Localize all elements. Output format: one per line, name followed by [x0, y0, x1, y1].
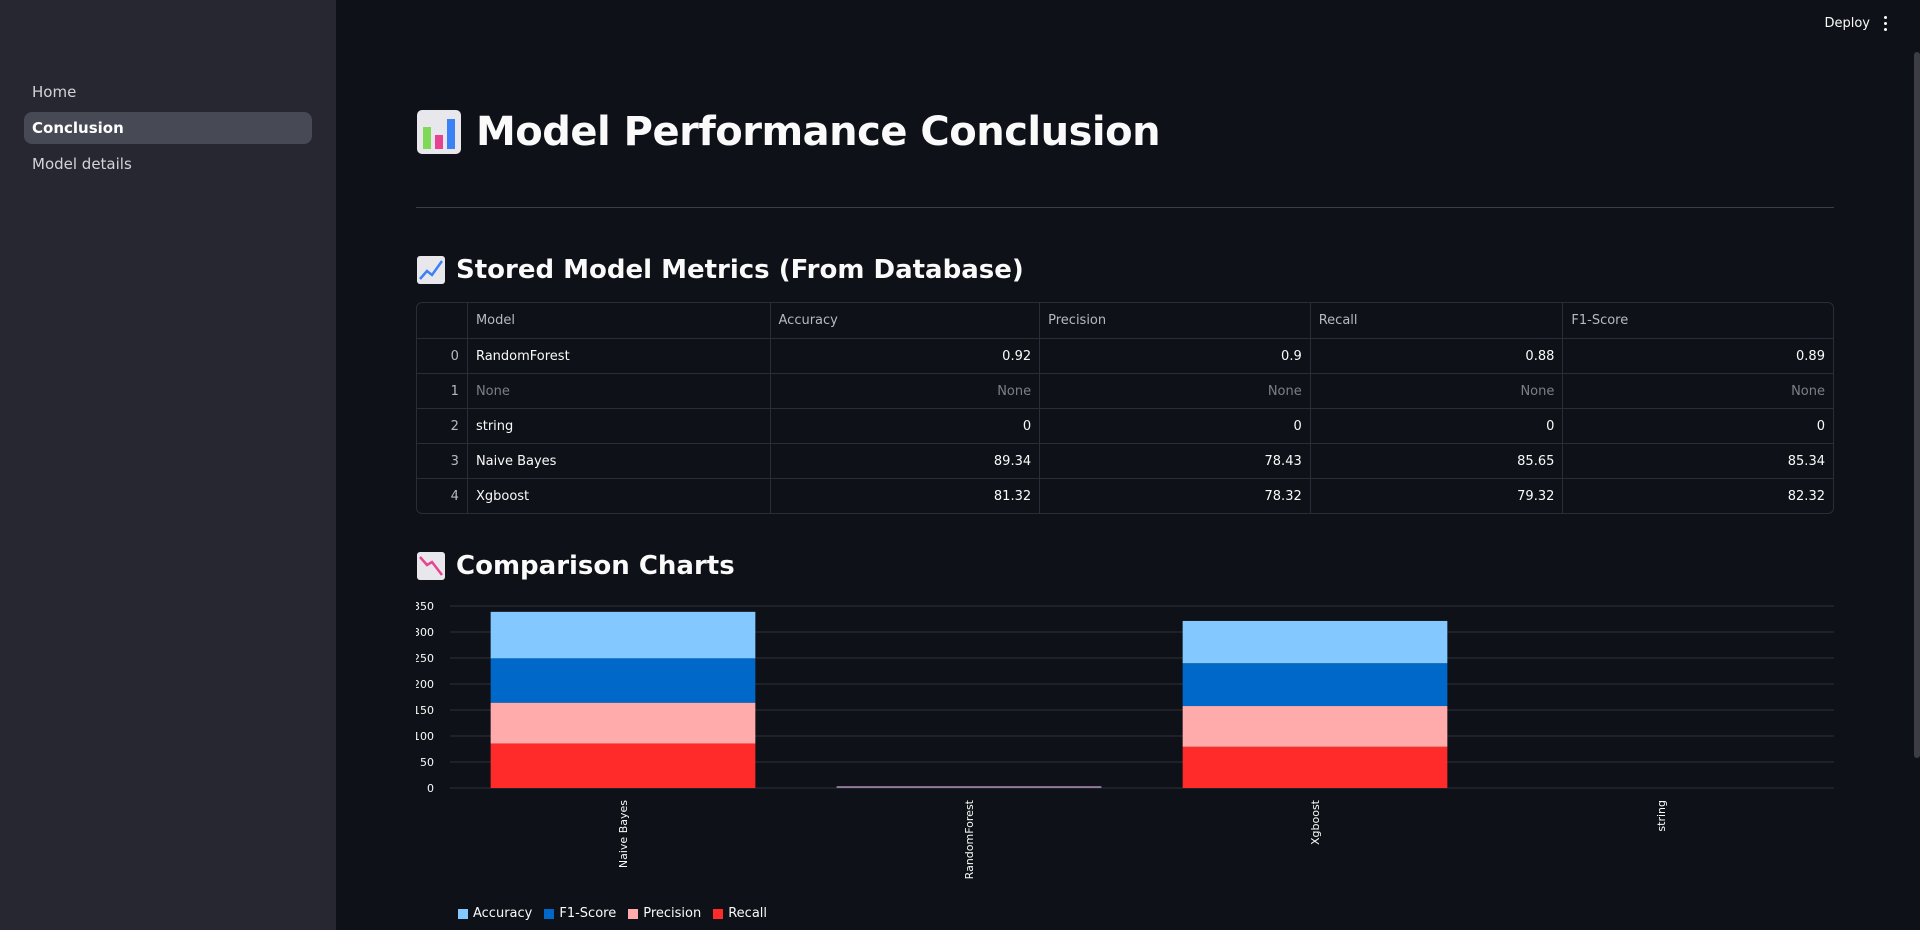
- table-header-cell[interactable]: [417, 303, 467, 338]
- bar-segment-recall[interactable]: [490, 743, 756, 788]
- chart-decreasing-icon: [417, 552, 445, 580]
- table-cell: 81.32: [769, 479, 1040, 513]
- bar-segment-f1-score[interactable]: [490, 658, 756, 703]
- legend-swatch: [458, 908, 468, 919]
- sidebar-nav: Home Conclusion Model details: [24, 76, 312, 184]
- table-row: 0 RandomForest 0.92 0.9 0.88 0.89: [417, 338, 1833, 373]
- sidebar-item-home[interactable]: Home: [24, 76, 312, 108]
- table-cell: 0.92: [769, 339, 1040, 373]
- section-metrics-title: Stored Model Metrics (From Database): [456, 255, 1024, 285]
- scrollbar[interactable]: [1914, 52, 1920, 758]
- table-cell: 85.65: [1309, 444, 1563, 478]
- table-row: 1 None None None None None: [417, 373, 1833, 408]
- y-tick-label: 250: [416, 652, 434, 665]
- table-cell: Xgboost: [466, 479, 770, 513]
- table-header-cell[interactable]: Model: [466, 303, 770, 338]
- table-cell: None: [1039, 374, 1310, 408]
- more-vertical-icon[interactable]: [1882, 16, 1888, 36]
- app-header: Deploy: [336, 0, 1920, 52]
- sidebar-item-conclusion[interactable]: Conclusion: [24, 112, 312, 144]
- bar-segment-precision[interactable]: [490, 702, 756, 744]
- bar-segment-recall[interactable]: [1182, 746, 1448, 788]
- table-cell: None: [769, 374, 1040, 408]
- table-cell: 3: [450, 454, 459, 469]
- table-row: 3 Naive Bayes 89.34 78.43 85.65 85.34: [417, 443, 1833, 478]
- section-charts-title: Comparison Charts: [456, 551, 735, 581]
- chart-legend: Accuracy F1-Score Precision Recall: [458, 906, 779, 921]
- bar-segment-accuracy[interactable]: [490, 611, 756, 659]
- y-tick-label: 350: [416, 600, 434, 613]
- table-cell: RandomForest: [466, 339, 770, 373]
- table-header-cell[interactable]: Accuracy: [769, 303, 1040, 338]
- page-title-row: Model Performance Conclusion: [416, 104, 1161, 160]
- table-cell: 89.34: [769, 444, 1040, 478]
- section-metrics-heading: Stored Model Metrics (From Database): [416, 250, 1024, 290]
- legend-item[interactable]: F1-Score: [544, 906, 616, 921]
- sidebar: Home Conclusion Model details: [0, 0, 336, 930]
- legend-swatch: [628, 908, 639, 919]
- legend-label: Precision: [643, 906, 702, 921]
- legend-label: Recall: [728, 906, 768, 921]
- table-cell: 0: [1039, 409, 1310, 443]
- x-tick-label: Naive Bayes: [617, 800, 630, 868]
- table-cell: 82.32: [1562, 479, 1833, 513]
- table-row: 2 string 0 0 0 0: [417, 408, 1833, 443]
- legend-label: Accuracy: [473, 906, 533, 921]
- metrics-table[interactable]: Model Accuracy Precision Recall F1-Score…: [416, 302, 1834, 514]
- table-header-row: Model Accuracy Precision Recall F1-Score: [417, 303, 1833, 338]
- x-tick-label: string: [1655, 800, 1668, 832]
- y-tick-label: 100: [416, 730, 434, 743]
- bar-segment-f1-score[interactable]: [1182, 663, 1448, 707]
- comparison-bar-chart: 0 50 100 150 200 250 300 350 Naive Bayes RandomFo…: [416, 600, 1834, 879]
- table-cell: 1: [450, 384, 459, 399]
- y-tick-label: 150: [416, 704, 434, 717]
- chart-increasing-icon: [417, 256, 445, 284]
- bar-segment-precision[interactable]: [1182, 706, 1448, 747]
- table-header-cell[interactable]: F1-Score: [1562, 303, 1833, 338]
- table-cell: 0: [769, 409, 1040, 443]
- y-tick-label: 50: [420, 756, 434, 769]
- table-header-cell[interactable]: Precision: [1039, 303, 1310, 338]
- table-cell: 0.89: [1562, 339, 1833, 373]
- bar-segment-accuracy[interactable]: [1182, 620, 1448, 664]
- table-cell: 78.43: [1039, 444, 1310, 478]
- legend-swatch: [544, 908, 555, 919]
- legend-item[interactable]: Precision: [628, 906, 701, 921]
- table-cell: 79.32: [1309, 479, 1563, 513]
- legend-swatch: [713, 908, 724, 919]
- page-title: Model Performance Conclusion: [476, 109, 1161, 155]
- section-charts-heading: Comparison Charts: [416, 546, 735, 586]
- table-cell: None: [466, 374, 770, 408]
- table-cell: 0: [1562, 409, 1833, 443]
- table-cell: 4: [450, 489, 459, 504]
- y-tick-label: 300: [416, 626, 434, 639]
- table-cell: Naive Bayes: [466, 444, 770, 478]
- legend-label: F1-Score: [559, 906, 617, 921]
- sidebar-item-model-details[interactable]: Model details: [24, 148, 312, 180]
- y-tick-label: 0: [427, 782, 434, 795]
- x-tick-label: RandomForest: [963, 799, 976, 879]
- table-cell: 0.9: [1039, 339, 1310, 373]
- y-tick-label: 200: [416, 678, 434, 691]
- x-tick-label: Xgboost: [1309, 799, 1322, 845]
- table-cell: None: [1309, 374, 1563, 408]
- legend-item[interactable]: Accuracy: [458, 906, 532, 921]
- table-cell: string: [466, 409, 770, 443]
- table-cell: 85.34: [1562, 444, 1833, 478]
- table-row: 4 Xgboost 81.32 78.32 79.32 82.32: [417, 478, 1833, 513]
- table-cell: 0: [1309, 409, 1563, 443]
- bar-chart-icon: [417, 110, 461, 154]
- table-header-cell[interactable]: Recall: [1309, 303, 1563, 338]
- table-cell: 2: [450, 419, 459, 434]
- table-cell: 0: [450, 349, 459, 364]
- table-cell: 0.88: [1309, 339, 1563, 373]
- divider: [416, 207, 1834, 208]
- table-cell: None: [1562, 374, 1833, 408]
- deploy-button[interactable]: Deploy: [1824, 16, 1870, 31]
- table-cell: 78.32: [1039, 479, 1310, 513]
- legend-item[interactable]: Recall: [713, 906, 767, 921]
